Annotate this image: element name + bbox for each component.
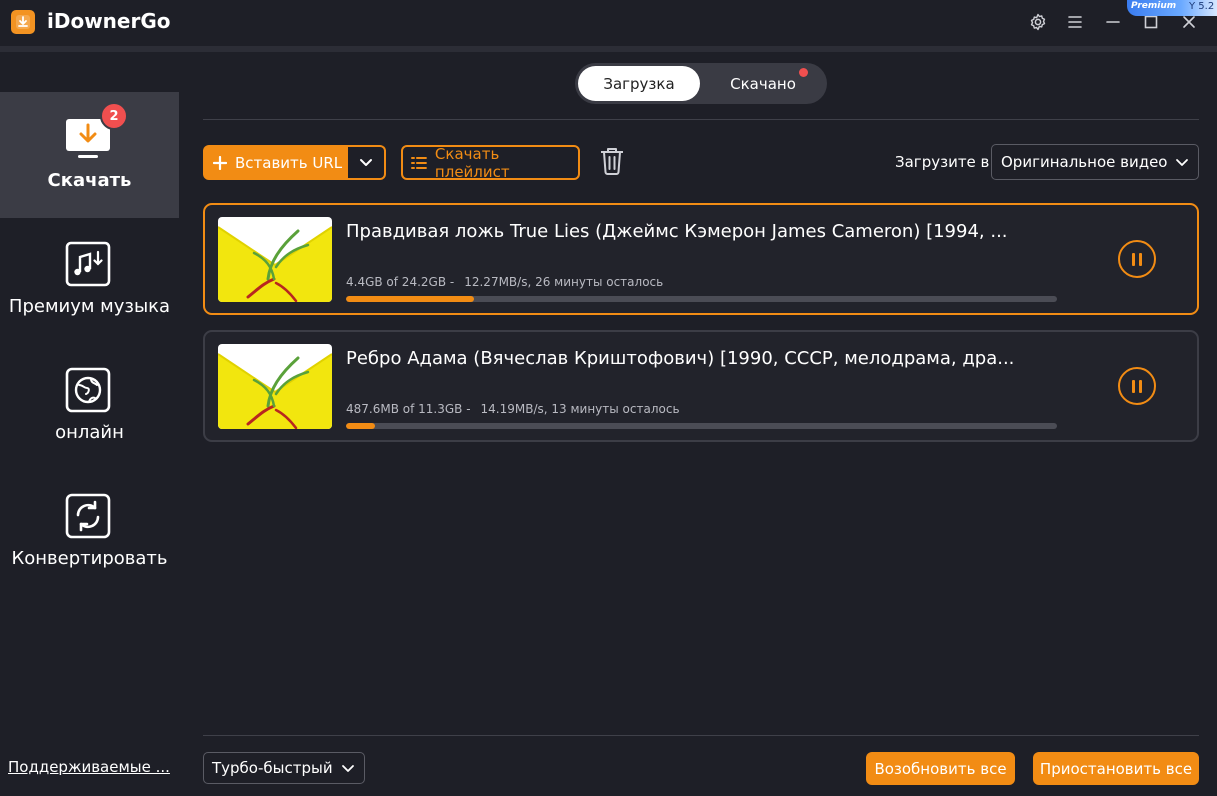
- format-select[interactable]: Оригинальное видео: [991, 144, 1199, 180]
- premium-extra-text: Y 5.2: [1189, 1, 1215, 12]
- download-size: 487.6MB of 11.3GB -: [346, 402, 471, 416]
- download-meta: 487.6MB of 11.3GB - 14.19MB/s, 13 минуты …: [346, 402, 680, 416]
- resume-all-button[interactable]: Возобновить все: [866, 752, 1015, 785]
- pause-all-button[interactable]: Приостановить все: [1033, 752, 1199, 785]
- minimize-icon[interactable]: [1102, 11, 1124, 33]
- playlist-icon: [411, 156, 427, 169]
- speed-mode-value: Турбо-быстрый: [212, 759, 333, 777]
- download-speed: 14.19MB/s, 13 минуты осталось: [480, 402, 680, 416]
- sidebar-item-label: онлайн: [55, 422, 124, 443]
- tab-downloading[interactable]: Загрузка: [578, 66, 700, 101]
- format-select-value: Оригинальное видео: [1001, 153, 1168, 171]
- sidebar-item-label: Конвертировать: [11, 548, 168, 569]
- pause-button[interactable]: [1118, 240, 1156, 278]
- download-count-badge: 2: [100, 102, 128, 130]
- chevron-down-icon: [360, 158, 372, 166]
- sidebar-item-premium-music[interactable]: Премиум музыка: [0, 218, 179, 344]
- downloaded-notification-dot: [799, 68, 808, 77]
- download-progress-bar: [346, 423, 1057, 429]
- pause-button[interactable]: [1118, 367, 1156, 405]
- download-progress-bar: [346, 296, 1057, 302]
- download-speed: 12.27MB/s, 26 минуты осталось: [464, 275, 664, 289]
- app-logo-icon: [11, 10, 35, 34]
- sidebar-item-label: Премиум музыка: [8, 296, 171, 317]
- header-divider: [203, 119, 1199, 120]
- supported-sites-link[interactable]: Поддерживаемые ...: [8, 758, 170, 776]
- download-size: 4.4GB of 24.2GB -: [346, 275, 455, 289]
- sidebar: 2 Скачать Премиум музыка онлайн Конверти…: [0, 52, 179, 796]
- gear-icon[interactable]: [1027, 11, 1049, 33]
- app-title: iDownerGo: [47, 9, 171, 33]
- download-progress-fill: [346, 423, 376, 429]
- video-thumbnail: [218, 217, 332, 302]
- title-bar: iDownerGo Premium Y 5.2: [0, 0, 1217, 46]
- sidebar-item-convert[interactable]: Конвертировать: [0, 470, 179, 596]
- title-bar-divider: [0, 46, 1217, 52]
- chevron-down-icon: [342, 765, 354, 772]
- download-title: Правдивая ложь True Lies (Джеймс Кэмерон…: [346, 221, 1008, 242]
- paste-url-button-group: Вставить URL: [203, 145, 386, 180]
- download-meta: 4.4GB of 24.2GB - 12.27MB/s, 26 минуты ос…: [346, 275, 663, 289]
- globe-icon: [64, 366, 112, 414]
- footer-divider: [203, 735, 1199, 736]
- sidebar-item-label: Скачать: [47, 170, 132, 191]
- download-item[interactable]: Ребро Адама (Вячеслав Криштофович) [1990…: [203, 330, 1199, 442]
- speed-mode-select[interactable]: Турбо-быстрый: [203, 752, 365, 784]
- paste-url-button[interactable]: Вставить URL: [203, 145, 347, 180]
- download-playlist-label: Скачать плейлист: [434, 144, 510, 181]
- download-title: Ребро Адама (Вячеслав Криштофович) [1990…: [346, 348, 1015, 369]
- convert-icon: [64, 492, 112, 540]
- download-progress-fill: [346, 296, 474, 302]
- music-download-icon: [64, 240, 112, 288]
- sidebar-item-online[interactable]: онлайн: [0, 344, 179, 470]
- sidebar-item-download[interactable]: 2 Скачать: [0, 92, 179, 218]
- download-playlist-button[interactable]: Скачать плейлист: [401, 144, 580, 181]
- paste-url-dropdown[interactable]: [348, 147, 384, 178]
- premium-label: Premium: [1131, 1, 1177, 11]
- download-item[interactable]: Правдивая ложь True Lies (Джеймс Кэмерон…: [203, 203, 1199, 315]
- menu-icon[interactable]: [1064, 11, 1086, 33]
- download-to-label: Загрузите в: [895, 153, 990, 171]
- chevron-down-icon: [1176, 159, 1188, 166]
- video-thumbnail: [218, 344, 332, 429]
- premium-badge[interactable]: Premium Y 5.2: [1127, 0, 1217, 16]
- plus-icon: [213, 155, 227, 170]
- paste-url-label: Вставить URL: [235, 153, 343, 172]
- trash-icon[interactable]: [598, 146, 628, 178]
- download-tabs: Загрузка Скачано: [575, 63, 827, 104]
